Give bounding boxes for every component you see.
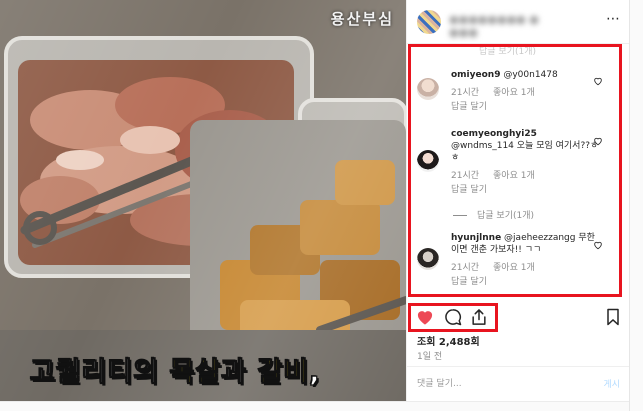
add-comment-bar: 게시: [407, 366, 630, 401]
media-watermark: 용산부심: [330, 10, 394, 28]
actions-highlight-box: [408, 303, 498, 332]
video-player[interactable]: 용산부심 고퀄리티의 목살과 갈비,: [0, 0, 406, 411]
bookmark-icon[interactable]: [603, 307, 623, 327]
caption-part: ,: [309, 356, 321, 388]
caption-highlight: 목살: [169, 356, 222, 388]
scroll-edge: [629, 0, 643, 411]
add-comment-input[interactable]: [417, 376, 567, 392]
author-username[interactable]: ●●●●●●●● ● ●●●: [449, 13, 549, 39]
caption-part: 과: [221, 356, 258, 388]
page-bottom-strip: [0, 401, 629, 411]
author-avatar[interactable]: [417, 10, 441, 34]
post-time: 1일 전: [417, 352, 443, 362]
view-count[interactable]: 조회 2,488회: [417, 333, 480, 348]
comments-highlight-box: [408, 44, 622, 297]
caption-part: 고퀄리티의: [29, 356, 170, 388]
post-header: ●●●●●●●● ● ●●● ⋯: [407, 0, 630, 44]
caption-highlight: 갈비: [257, 356, 310, 388]
video-caption: 고퀄리티의 목살과 갈비,: [29, 350, 321, 389]
post-comment-button[interactable]: 게시: [603, 377, 620, 390]
more-options-icon[interactable]: ⋯: [606, 12, 620, 26]
